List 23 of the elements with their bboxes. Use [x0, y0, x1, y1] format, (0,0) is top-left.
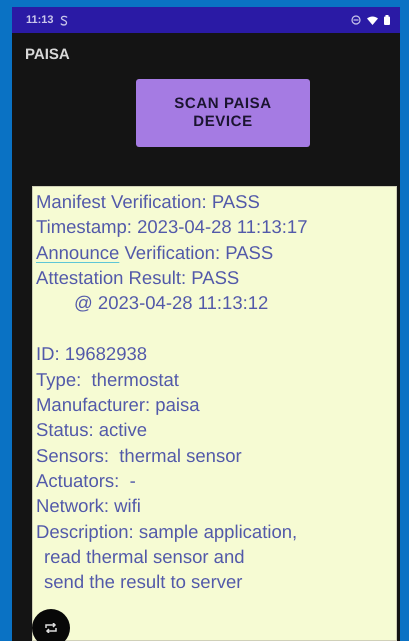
scan-device-button[interactable]: SCAN PAISA DEVICE [136, 79, 310, 147]
result-line: ID: 19682938 [36, 342, 148, 366]
result-line: Timestamp: 2023-04-28 11:13:17 [36, 215, 308, 240]
result-line: Attestation Result: PASS [36, 266, 240, 290]
result-line: Announce Verification: PASS [36, 240, 274, 265]
result-line: send the result to server [43, 570, 242, 594]
status-time: 11:13 [26, 14, 54, 26]
battery-icon [384, 15, 390, 25]
wifi-icon [367, 16, 378, 24]
result-line: @ 2023-04-28 11:13:12 [73, 291, 268, 316]
result-line: Actuators: - [36, 468, 136, 493]
do-not-disturb-icon [351, 15, 361, 25]
result-line: Manifest Verification: PASS [36, 190, 260, 214]
result-line: Manufacturer: paisa [36, 393, 200, 418]
result-line: Sensors: thermal sensor [36, 444, 242, 468]
result-line: Network: wifi [36, 494, 141, 518]
result-line: Status: active [36, 418, 148, 442]
rotate-icon [44, 623, 58, 633]
result-line: Description: sample application, [36, 520, 298, 544]
result-line: read thermal sensor and [43, 544, 245, 569]
app-notification-icon [60, 14, 68, 26]
app-title: PAISA [24, 45, 71, 65]
result-line: Type: thermostat [36, 368, 179, 392]
